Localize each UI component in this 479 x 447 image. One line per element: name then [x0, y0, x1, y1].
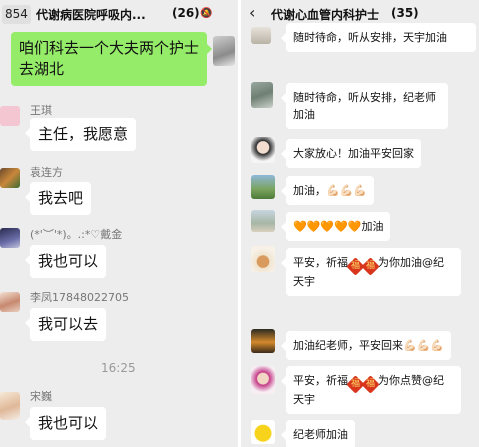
left-chat-panel: 854 代谢病医院呼吸内... (26) 🔕 咱们科去一个大夫两个护士去湖北 王… — [0, 0, 238, 447]
message-bubble[interactable]: 大家放心！加油平安回家 — [281, 139, 421, 168]
avatar[interactable] — [251, 329, 275, 353]
avatar[interactable] — [251, 82, 273, 108]
timestamp: 16:25 — [101, 361, 136, 375]
sender-name: (*'︶'*)。.:*♡戴金 — [30, 228, 123, 241]
sender-name: 袁连方 — [30, 166, 63, 179]
message-text: 加油， — [293, 184, 326, 197]
message-bubble[interactable]: 加油纪老师，平安回来💪🏻💪🏻💪🏻 — [280, 331, 452, 360]
avatar[interactable] — [0, 228, 20, 248]
avatar[interactable] — [251, 210, 275, 232]
sender-name: 王琪 — [30, 104, 52, 117]
flexed-biceps-icon: 💪🏻💪🏻💪🏻 — [403, 339, 445, 352]
right-chat-panel: ‹ 代谢心血管内科护士 (35) 随时待命，听从安排，天宇加油 随时待命，听从安… — [241, 0, 479, 447]
own-avatar[interactable] — [213, 36, 235, 66]
avatar[interactable] — [0, 106, 20, 126]
fu-blessing-stamp-icon: 福 — [361, 257, 380, 276]
message-text: 加油 — [361, 220, 384, 233]
member-count: (35) — [391, 6, 419, 20]
mute-bell-icon: 🔕 — [200, 8, 213, 19]
avatar[interactable] — [251, 137, 275, 163]
flexed-biceps-icon: 💪🏻💪🏻💪🏻 — [326, 184, 368, 197]
message-bubble[interactable]: 纪老师加油 — [281, 420, 355, 447]
message-text: 平安，祈福 — [293, 256, 348, 269]
message-bubble[interactable]: 随时待命，听从安排，纪老师加油 — [281, 83, 448, 129]
avatar[interactable] — [251, 246, 275, 272]
fu-blessing-stamp-icon: 福 — [361, 375, 380, 394]
avatar[interactable] — [251, 175, 275, 199]
message-bubble[interactable]: 我可以去 — [24, 308, 107, 341]
member-count: (26) — [172, 6, 200, 20]
chat-title: 代谢病医院呼吸内... — [36, 8, 146, 22]
sender-name: 宋巍 — [30, 390, 52, 403]
left-chat-header: 854 代谢病医院呼吸内... (26) 🔕 — [0, 0, 238, 30]
message-bubble[interactable]: 🧡🧡🧡🧡🧡加油 — [280, 212, 391, 241]
avatar[interactable] — [251, 420, 275, 444]
orange-heart-icon: 🧡🧡🧡🧡🧡 — [293, 220, 362, 233]
avatar[interactable] — [251, 27, 271, 44]
avatar[interactable] — [0, 168, 20, 188]
message-bubble[interactable]: 我去吧 — [24, 182, 92, 215]
message-bubble[interactable]: 主任，我愿意 — [24, 118, 137, 151]
message-bubble[interactable]: 平安，祈福福福为你点赞@纪天宇 — [281, 366, 461, 414]
own-message-bubble[interactable]: 咱们科去一个大夫两个护士去湖北 — [11, 32, 212, 86]
sender-name: 李凤17848022705 — [30, 291, 129, 304]
message-bubble[interactable]: 加油，💪🏻💪🏻💪🏻 — [280, 176, 375, 205]
message-bubble[interactable]: 我也可以 — [24, 245, 107, 278]
message-bubble[interactable]: 我也可以 — [24, 407, 107, 440]
avatar[interactable] — [0, 392, 20, 420]
unread-badge[interactable]: 854 — [2, 5, 31, 24]
avatar[interactable] — [251, 366, 275, 394]
message-bubble[interactable]: 平安，祈福福福为你加油@纪天宇 — [281, 248, 461, 296]
message-bubble[interactable]: 随时待命，听从安排，天宇加油 — [281, 23, 476, 52]
back-chevron-icon[interactable]: ‹ — [249, 3, 255, 22]
avatar[interactable] — [0, 292, 20, 312]
chat-title: 代谢心血管内科护士 — [271, 8, 380, 22]
message-text: 加油纪老师，平安回来 — [293, 339, 403, 352]
message-text: 平安，祈福 — [293, 374, 348, 387]
